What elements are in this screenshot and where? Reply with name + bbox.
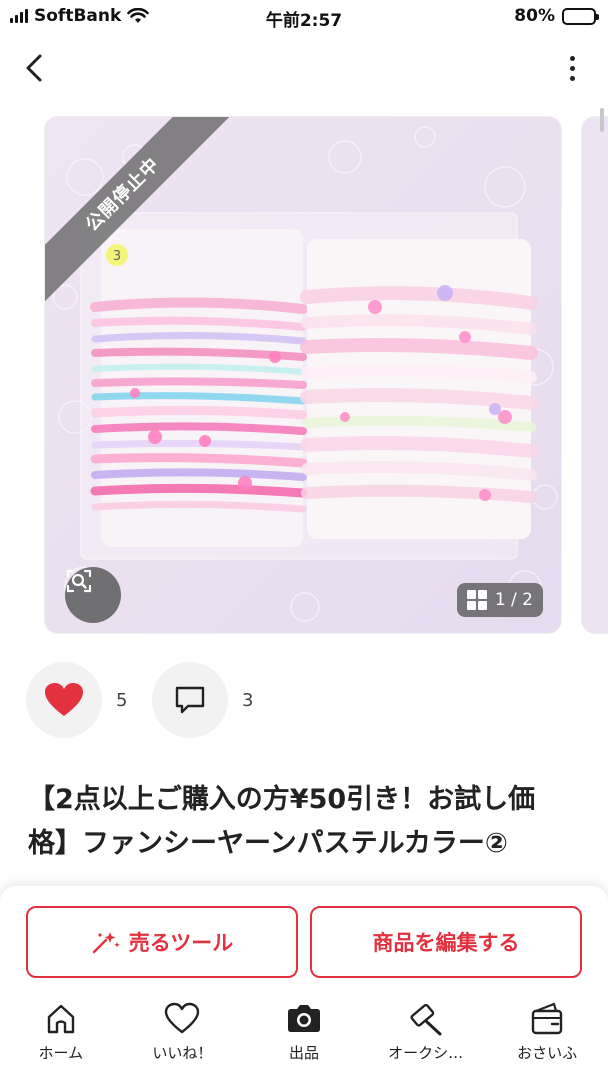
item-title: 【2点以上ご購入の方¥50引き！お試し価格】ファンシーヤーンパステルカラー② [28, 784, 536, 859]
status-bar: SoftBank 午前2:57 80% [0, 0, 608, 34]
image-search-icon [66, 569, 92, 593]
heart-filled-icon [45, 683, 83, 716]
magic-wand-icon [92, 932, 120, 954]
like-button[interactable] [26, 662, 102, 738]
product-photo[interactable]: 3 公開停止中 1 / 2 [44, 116, 562, 634]
page-indicator[interactable]: 1 / 2 [456, 583, 543, 617]
more-options-button[interactable] [566, 52, 578, 84]
tab-bar: ホーム いいね！ 出品 オークシ… おさいふ [0, 996, 608, 1068]
grid-icon [466, 590, 487, 610]
edit-item-button[interactable]: 商品を編集する [310, 906, 582, 978]
battery-percent: 80% [514, 6, 555, 26]
tab-likes[interactable]: いいね！ [122, 996, 244, 1068]
tab-label: おさいふ [517, 1044, 578, 1062]
item-actions: 5 3 [26, 662, 278, 738]
nav-header [0, 40, 608, 96]
battery-icon [562, 7, 599, 25]
sell-tool-label: 売るツール [128, 931, 234, 955]
tab-sell[interactable]: 出品 [243, 996, 365, 1068]
wallet-icon [531, 1002, 563, 1035]
image-gallery[interactable]: 3 公開停止中 1 / 2 [44, 116, 564, 636]
like-count: 5 [116, 689, 128, 711]
tab-label: ホーム [38, 1044, 84, 1062]
page-indicator-text: 1 / 2 [494, 590, 533, 610]
edit-item-label: 商品を編集する [372, 931, 520, 955]
tab-home[interactable]: ホーム [0, 996, 122, 1068]
heart-icon [165, 1002, 200, 1034]
next-photo-preview[interactable] [581, 116, 608, 634]
tab-label: オークシ… [388, 1044, 464, 1062]
home-icon [47, 1004, 74, 1034]
comment-button[interactable] [152, 662, 228, 738]
tab-label: 出品 [288, 1044, 319, 1062]
camera-icon [287, 1005, 320, 1032]
tab-auction[interactable]: オークシ… [365, 996, 487, 1068]
image-search-button[interactable] [65, 567, 121, 623]
vertical-ellipsis-icon [569, 55, 575, 61]
tab-wallet[interactable]: おさいふ [486, 996, 608, 1068]
chevron-left-icon [26, 54, 42, 82]
comment-count: 3 [242, 689, 254, 711]
sell-tool-button[interactable]: 売るツール [26, 906, 298, 978]
ribbon-container: 公開停止中 [45, 117, 245, 317]
auction-hammer-icon [410, 1003, 442, 1036]
tab-label: いいね！ [152, 1044, 213, 1062]
comment-bubble-icon [175, 686, 205, 714]
back-button[interactable] [18, 50, 50, 86]
status-ribbon: 公開停止中 [45, 117, 237, 309]
bottom-action-sheet: 売るツール 商品を編集する ホーム いいね！ 出品 オークシ… おさいふ [0, 886, 608, 1080]
status-right: 80% [514, 6, 599, 26]
scrollbar [600, 108, 604, 132]
